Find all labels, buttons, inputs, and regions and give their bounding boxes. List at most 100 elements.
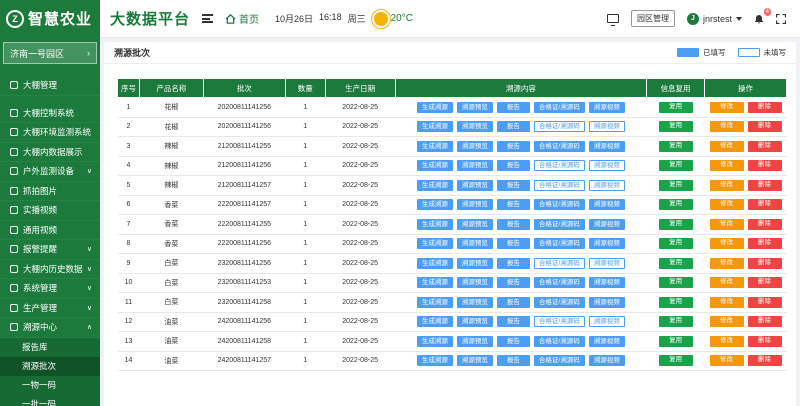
monitor-icon[interactable] — [606, 14, 619, 26]
certificate-button[interactable]: 合格证/溯源码 — [533, 316, 585, 328]
sidebar-item[interactable]: 生产管理 ∨ — [0, 299, 100, 318]
certificate-button[interactable]: 合格证/溯源码 — [533, 218, 585, 230]
sidebar-subitem[interactable]: 一物一码 — [0, 375, 100, 395]
reuse-button[interactable]: 复用 — [658, 218, 693, 230]
edit-button[interactable]: 修改 — [709, 140, 744, 152]
delete-button[interactable]: 删除 — [747, 101, 782, 113]
trace-video-button[interactable]: 溯源视频 — [588, 179, 625, 191]
certificate-button[interactable]: 合格证/溯源码 — [533, 199, 585, 211]
generate-trace-button[interactable]: 生成溯源 — [416, 277, 453, 289]
trace-preview-button[interactable]: 溯源预览 — [456, 296, 493, 308]
generate-trace-button[interactable]: 生成溯源 — [416, 335, 453, 347]
report-button[interactable]: 报告 — [496, 199, 530, 211]
trace-video-button[interactable]: 溯源视频 — [588, 316, 625, 328]
report-button[interactable]: 报告 — [496, 160, 530, 172]
certificate-button[interactable]: 合格证/溯源码 — [533, 140, 585, 152]
certificate-button[interactable]: 合格证/溯源码 — [533, 101, 585, 113]
generate-trace-button[interactable]: 生成溯源 — [416, 101, 453, 113]
user-menu[interactable]: J jnrstest — [686, 12, 742, 25]
edit-button[interactable]: 修改 — [709, 199, 744, 211]
sidebar-subitem[interactable]: 溯源批次 — [0, 356, 100, 376]
trace-preview-button[interactable]: 溯源预览 — [456, 179, 493, 191]
edit-button[interactable]: 修改 — [709, 296, 744, 308]
generate-trace-button[interactable]: 生成溯源 — [416, 316, 453, 328]
edit-button[interactable]: 修改 — [709, 218, 744, 230]
menu-toggle-icon[interactable] — [202, 14, 214, 23]
sidebar-item[interactable]: 实播视频 — [0, 201, 100, 221]
report-button[interactable]: 报告 — [496, 140, 530, 152]
trace-preview-button[interactable]: 溯源预览 — [456, 277, 493, 289]
report-button[interactable]: 报告 — [496, 179, 530, 191]
trace-preview-button[interactable]: 溯源预览 — [456, 257, 493, 269]
trace-video-button[interactable]: 溯源视频 — [588, 140, 625, 152]
delete-button[interactable]: 删除 — [747, 335, 782, 347]
edit-button[interactable]: 修改 — [709, 257, 744, 269]
certificate-button[interactable]: 合格证/溯源码 — [533, 277, 585, 289]
trace-preview-button[interactable]: 溯源预览 — [456, 355, 493, 367]
sidebar-item[interactable]: 大棚环境监测系统 — [0, 123, 100, 143]
home-link[interactable]: 首页 — [225, 11, 259, 26]
trace-video-button[interactable]: 溯源视频 — [588, 218, 625, 230]
reuse-button[interactable]: 复用 — [658, 140, 693, 152]
delete-button[interactable]: 删除 — [747, 296, 782, 308]
edit-button[interactable]: 修改 — [709, 277, 744, 289]
generate-trace-button[interactable]: 生成溯源 — [416, 160, 453, 172]
trace-video-button[interactable]: 溯源视频 — [588, 238, 625, 250]
trace-preview-button[interactable]: 溯源预览 — [456, 199, 493, 211]
certificate-button[interactable]: 合格证/溯源码 — [533, 160, 585, 172]
report-button[interactable]: 报告 — [496, 101, 530, 113]
sidebar-item[interactable]: 大棚控制系统 — [0, 104, 100, 123]
report-button[interactable]: 报告 — [496, 257, 530, 269]
generate-trace-button[interactable]: 生成溯源 — [416, 296, 453, 308]
certificate-button[interactable]: 合格证/溯源码 — [533, 355, 585, 367]
trace-preview-button[interactable]: 溯源预览 — [456, 160, 493, 172]
generate-trace-button[interactable]: 生成溯源 — [416, 121, 453, 133]
generate-trace-button[interactable]: 生成溯源 — [416, 179, 453, 191]
report-button[interactable]: 报告 — [496, 355, 530, 367]
generate-trace-button[interactable]: 生成溯源 — [416, 199, 453, 211]
sidebar-subitem[interactable]: 报告库 — [0, 337, 100, 357]
delete-button[interactable]: 删除 — [747, 277, 782, 289]
edit-button[interactable]: 修改 — [709, 355, 744, 367]
sidebar-item[interactable]: 户外监测设备 ∨ — [0, 162, 100, 182]
sidebar-item[interactable]: 溯源中心 ∧ — [0, 318, 100, 338]
trace-video-button[interactable]: 溯源视频 — [588, 121, 625, 133]
edit-button[interactable]: 修改 — [709, 238, 744, 250]
report-button[interactable]: 报告 — [496, 296, 530, 308]
report-button[interactable]: 报告 — [496, 238, 530, 250]
trace-video-button[interactable]: 溯源视频 — [588, 355, 625, 367]
certificate-button[interactable]: 合格证/溯源码 — [533, 257, 585, 269]
trace-preview-button[interactable]: 溯源预览 — [456, 140, 493, 152]
delete-button[interactable]: 删除 — [747, 199, 782, 211]
sidebar-item[interactable]: 大棚内历史数据 ∨ — [0, 260, 100, 279]
certificate-button[interactable]: 合格证/溯源码 — [533, 238, 585, 250]
delete-button[interactable]: 删除 — [747, 121, 782, 133]
certificate-button[interactable]: 合格证/溯源码 — [533, 335, 585, 347]
certificate-button[interactable]: 合格证/溯源码 — [533, 296, 585, 308]
delete-button[interactable]: 删除 — [747, 140, 782, 152]
delete-button[interactable]: 删除 — [747, 316, 782, 328]
generate-trace-button[interactable]: 生成溯源 — [416, 140, 453, 152]
sidebar-item[interactable]: 通用视频 — [0, 221, 100, 240]
trace-preview-button[interactable]: 溯源预览 — [456, 121, 493, 133]
report-button[interactable]: 报告 — [496, 277, 530, 289]
reuse-button[interactable]: 复用 — [658, 101, 693, 113]
trace-video-button[interactable]: 溯源视频 — [588, 335, 625, 347]
trace-preview-button[interactable]: 溯源预览 — [456, 218, 493, 230]
delete-button[interactable]: 删除 — [747, 179, 782, 191]
edit-button[interactable]: 修改 — [709, 179, 744, 191]
report-button[interactable]: 报告 — [496, 218, 530, 230]
edit-button[interactable]: 修改 — [709, 335, 744, 347]
edit-button[interactable]: 修改 — [709, 101, 744, 113]
park-selector[interactable]: 济南一号园区 › — [3, 42, 97, 64]
trace-video-button[interactable]: 溯源视频 — [588, 160, 625, 172]
trace-video-button[interactable]: 溯源视频 — [588, 199, 625, 211]
reuse-button[interactable]: 复用 — [658, 179, 693, 191]
edit-button[interactable]: 修改 — [709, 160, 744, 172]
trace-video-button[interactable]: 溯源视频 — [588, 277, 625, 289]
generate-trace-button[interactable]: 生成溯源 — [416, 355, 453, 367]
reuse-button[interactable]: 复用 — [658, 199, 693, 211]
delete-button[interactable]: 删除 — [747, 160, 782, 172]
reuse-button[interactable]: 复用 — [658, 296, 693, 308]
notification-button[interactable]: 4 — [754, 8, 771, 24]
